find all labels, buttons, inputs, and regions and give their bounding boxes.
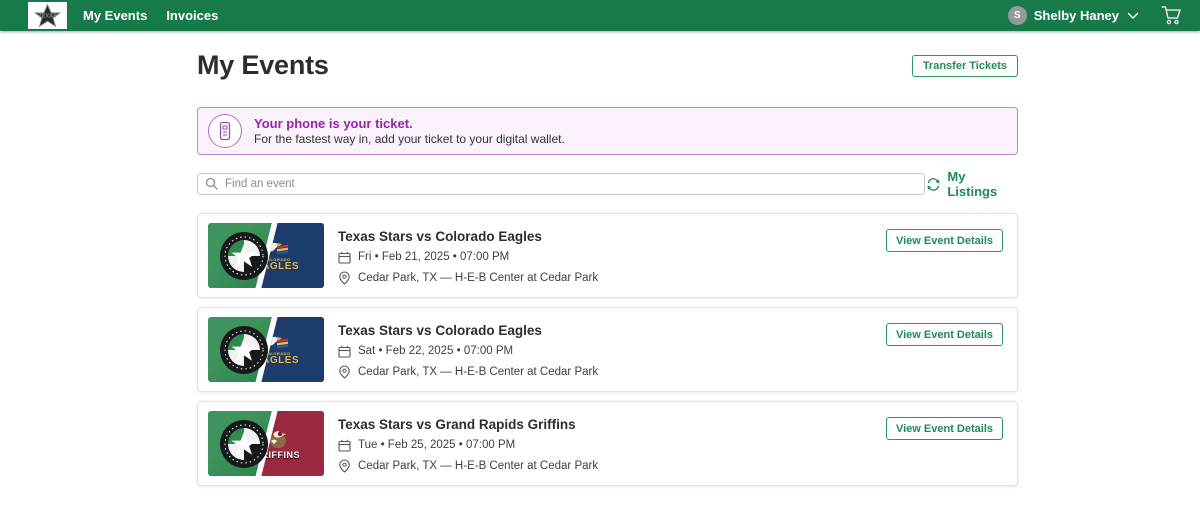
event-card[interactable]: COLORADO EAGLES Texas Stars vs Colorado … <box>197 213 1018 298</box>
event-venue-row: Cedar Park, TX — H-E-B Center at Cedar P… <box>338 365 598 379</box>
banner-title: Your phone is your ticket. <box>254 116 565 131</box>
chevron-down-icon[interactable] <box>1127 12 1139 20</box>
event-thumbnail: COLORADO EAGLES <box>208 223 324 288</box>
view-event-details-button[interactable]: View Event Details <box>886 229 1003 252</box>
texas-stars-roundel-icon <box>219 231 269 281</box>
banner-subtitle: For the fastest way in, add your ticket … <box>254 132 565 146</box>
event-info: Texas Stars vs Grand Rapids Griffins Tue… <box>338 415 598 473</box>
event-card[interactable]: COLORADO EAGLES Texas Stars vs Colorado … <box>197 307 1018 392</box>
view-event-details-button[interactable]: View Event Details <box>886 417 1003 440</box>
event-list: COLORADO EAGLES Texas Stars vs Colorado … <box>197 213 1018 486</box>
event-thumbnail: GRIFFINS <box>208 411 324 476</box>
calendar-icon <box>338 345 351 358</box>
location-pin-icon <box>338 459 351 473</box>
search-row: My Listings <box>197 169 1018 199</box>
search-icon <box>205 177 218 195</box>
main-content: My Events Transfer Tickets Your phone is… <box>197 50 1018 486</box>
my-listings-link[interactable]: My Listings <box>925 169 1018 199</box>
page-title: My Events <box>197 50 329 81</box>
event-venue: Cedar Park, TX — H-E-B Center at Cedar P… <box>358 272 598 284</box>
texas-stars-roundel-icon <box>219 419 269 469</box>
event-thumbnail: COLORADO EAGLES <box>208 317 324 382</box>
view-event-details-button[interactable]: View Event Details <box>886 323 1003 346</box>
my-listings-label: My Listings <box>947 169 1018 199</box>
event-title[interactable]: Texas Stars vs Colorado Eagles <box>338 323 598 338</box>
page-header: My Events Transfer Tickets <box>197 50 1018 81</box>
phone-ticket-icon <box>208 114 242 148</box>
event-datetime-row: Sat • Feb 22, 2025 • 07:00 PM <box>338 345 598 358</box>
event-title[interactable]: Texas Stars vs Grand Rapids Griffins <box>338 417 598 432</box>
avatar[interactable]: S <box>1008 6 1027 25</box>
cart-icon[interactable] <box>1160 5 1182 26</box>
texas-stars-logo[interactable]: TEXAS <box>28 2 67 29</box>
nav-links: My Events Invoices <box>83 0 218 31</box>
event-datetime: Tue • Feb 25, 2025 • 07:00 PM <box>358 439 515 451</box>
calendar-icon <box>338 251 351 264</box>
user-name[interactable]: Shelby Haney <box>1034 8 1119 23</box>
event-venue-row: Cedar Park, TX — H-E-B Center at Cedar P… <box>338 459 598 473</box>
event-datetime-row: Tue • Feb 25, 2025 • 07:00 PM <box>338 439 598 452</box>
event-info: Texas Stars vs Colorado Eagles Sat • Feb… <box>338 321 598 379</box>
calendar-icon <box>338 439 351 452</box>
search-input[interactable] <box>197 173 925 195</box>
search-wrap <box>197 173 925 195</box>
event-datetime: Sat • Feb 22, 2025 • 07:00 PM <box>358 345 513 357</box>
transfer-tickets-button[interactable]: Transfer Tickets <box>912 55 1018 77</box>
phone-ticket-banner: Your phone is your ticket. For the faste… <box>197 107 1018 155</box>
top-navbar: TEXAS My Events Invoices S Shelby Haney <box>0 0 1200 31</box>
event-datetime: Fri • Feb 21, 2025 • 07:00 PM <box>358 251 509 263</box>
svg-text:TEXAS: TEXAS <box>38 14 57 20</box>
refresh-cycle-icon <box>925 177 942 192</box>
location-pin-icon <box>338 271 351 285</box>
nav-link-my-events[interactable]: My Events <box>83 0 147 31</box>
nav-user-area: S Shelby Haney <box>1008 5 1182 26</box>
event-venue: Cedar Park, TX — H-E-B Center at Cedar P… <box>358 366 598 378</box>
event-venue-row: Cedar Park, TX — H-E-B Center at Cedar P… <box>338 271 598 285</box>
texas-stars-roundel-icon <box>219 325 269 375</box>
banner-text: Your phone is your ticket. For the faste… <box>254 116 565 146</box>
event-venue: Cedar Park, TX — H-E-B Center at Cedar P… <box>358 460 598 472</box>
event-info: Texas Stars vs Colorado Eagles Fri • Feb… <box>338 227 598 285</box>
event-title[interactable]: Texas Stars vs Colorado Eagles <box>338 229 598 244</box>
nav-link-invoices[interactable]: Invoices <box>166 0 218 31</box>
event-card[interactable]: GRIFFINS Texas Stars vs Grand Rapids Gri… <box>197 401 1018 486</box>
texas-stars-logo-icon: TEXAS <box>30 4 65 27</box>
event-datetime-row: Fri • Feb 21, 2025 • 07:00 PM <box>338 251 598 264</box>
location-pin-icon <box>338 365 351 379</box>
